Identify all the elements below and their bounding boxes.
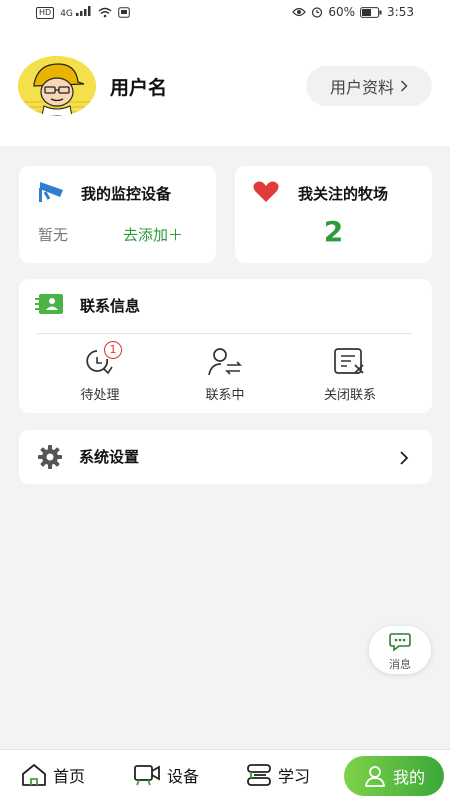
chat-bubble-icon — [389, 633, 411, 652]
in-contact-label: 联系中 — [205, 388, 245, 403]
tab-mine[interactable]: 我的 — [344, 756, 444, 796]
person-exchange-icon — [208, 348, 242, 376]
monitor-devices-card[interactable]: 我的监控设备 暂无 去添加＋ — [19, 166, 216, 263]
home-icon — [22, 764, 46, 786]
in-contact[interactable]: 联系中 — [175, 345, 275, 403]
tab-learning-label: 学习 — [278, 767, 311, 786]
contact-title: 联系信息 — [80, 297, 141, 315]
contact-info-card: 联系信息 1 待处理 联系中 关闭联系 — [19, 279, 432, 413]
pending-badge: 1 — [104, 341, 122, 359]
message-button[interactable]: 消息 — [369, 626, 431, 674]
followed-farms-card[interactable]: 我关注的牧场 2 — [235, 166, 432, 263]
profile-header: 用户名 用户资料 — [0, 26, 450, 146]
system-settings-row[interactable]: 系统设置 — [19, 430, 432, 484]
signal-icon: 4G — [60, 6, 92, 19]
pending-contacts[interactable]: 1 待处理 — [50, 341, 150, 403]
tab-learning[interactable]: 学习 — [246, 756, 310, 794]
wifi-icon — [98, 7, 112, 18]
status-bar: HD 4G 60% 3:53 — [0, 0, 450, 26]
profile-button[interactable]: 用户资料 — [306, 66, 432, 106]
tab-home[interactable]: 首页 — [21, 756, 85, 794]
tab-mine-label: 我的 — [392, 768, 425, 787]
tab-devices[interactable]: 设备 — [133, 756, 199, 794]
chevron-right-icon — [400, 451, 409, 465]
video-camera-icon — [134, 765, 160, 786]
username: 用户名 — [110, 77, 168, 99]
monitor-empty-text: 暂无 — [38, 226, 69, 244]
network-badge: HD — [36, 6, 55, 19]
alarm-icon — [312, 7, 323, 18]
profile-button-label: 用户资料 — [329, 78, 394, 97]
eye-icon — [292, 7, 307, 17]
clock-time: 3:53 — [387, 5, 414, 19]
farm-count: 2 — [323, 215, 344, 248]
bottom-tab-bar: 首页 设备 学习 我的 — [0, 749, 450, 800]
gear-icon — [38, 445, 62, 469]
message-label: 消息 — [389, 658, 411, 671]
pending-label: 待处理 — [80, 388, 120, 403]
user-icon — [365, 766, 385, 787]
add-device-link[interactable]: 去添加＋ — [123, 224, 183, 245]
closed-contacts[interactable]: 关闭联系 — [300, 345, 400, 403]
monitor-title: 我的监控设备 — [81, 185, 172, 203]
close-document-icon — [334, 348, 364, 374]
avatar[interactable] — [18, 56, 96, 116]
notification-icon — [117, 7, 130, 18]
contact-card-icon — [35, 294, 63, 314]
book-icon — [247, 764, 271, 786]
battery-icon — [360, 6, 382, 18]
closed-contacts-label: 关闭联系 — [323, 388, 376, 403]
heart-icon — [253, 181, 279, 202]
camera-icon — [39, 182, 63, 202]
battery-percent: 60% — [328, 5, 356, 19]
tab-home-label: 首页 — [53, 767, 86, 786]
chevron-right-icon — [400, 80, 408, 92]
tab-devices-label: 设备 — [167, 767, 200, 786]
settings-title: 系统设置 — [79, 448, 140, 466]
divider — [37, 333, 412, 334]
farm-title: 我关注的牧场 — [298, 185, 389, 203]
